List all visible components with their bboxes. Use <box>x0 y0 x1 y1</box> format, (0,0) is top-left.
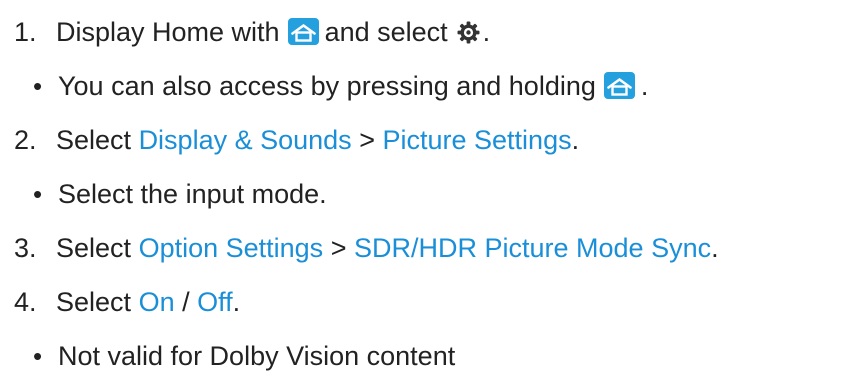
menu-link-picture-settings[interactable]: Picture Settings <box>383 125 572 155</box>
instruction-document: 1. Display Home with and select. • You ca… <box>0 0 842 385</box>
option-separator: / <box>182 287 190 317</box>
home-icon <box>603 72 635 99</box>
home-icon <box>287 18 319 45</box>
step-number: 4. <box>14 287 37 317</box>
bullet: • <box>33 341 43 371</box>
note-text: You can also access by pressing and hold… <box>58 66 648 106</box>
menu-link-option-settings[interactable]: Option Settings <box>139 233 324 263</box>
step-2-end: . <box>571 125 580 155</box>
step-1-text-a: Display Home with <box>56 17 280 47</box>
note-1-text: You can also access by pressing and hold… <box>58 71 596 101</box>
step-1-text-b: and select <box>324 17 448 47</box>
option-link-off[interactable]: Off <box>197 287 233 317</box>
step-text: Select Option Settings > SDR/HDR Picture… <box>56 228 719 268</box>
step-1-end: . <box>482 17 491 47</box>
note-1-end: . <box>640 71 649 101</box>
path-separator: > <box>330 233 347 263</box>
step-text: Select On / Off. <box>56 282 240 322</box>
step-number: 2. <box>14 125 37 155</box>
bullet: • <box>33 179 43 209</box>
note-text: Not valid for Dolby Vision content <box>58 341 456 371</box>
menu-link-sdr-hdr-picture-mode-sync[interactable]: SDR/HDR Picture Mode Sync <box>354 233 711 263</box>
bullet: • <box>33 71 43 101</box>
step-number: 3. <box>14 233 37 263</box>
step-3-end: . <box>711 233 719 263</box>
path-separator: > <box>359 125 375 155</box>
option-link-on[interactable]: On <box>139 287 175 317</box>
note-text: Select the input mode. <box>58 179 327 209</box>
step-2-text-a: Select <box>56 125 132 155</box>
gear-icon <box>456 16 481 44</box>
step-3-text-a: Select <box>56 233 132 263</box>
step-text: Display Home with and select. <box>56 12 490 52</box>
step-text: Select Display & Sounds > Picture Settin… <box>56 120 579 160</box>
step-4-text-a: Select <box>56 287 132 317</box>
step-4-end: . <box>232 287 241 317</box>
step-number: 1. <box>14 17 37 47</box>
menu-link-display-sounds[interactable]: Display & Sounds <box>139 125 352 155</box>
